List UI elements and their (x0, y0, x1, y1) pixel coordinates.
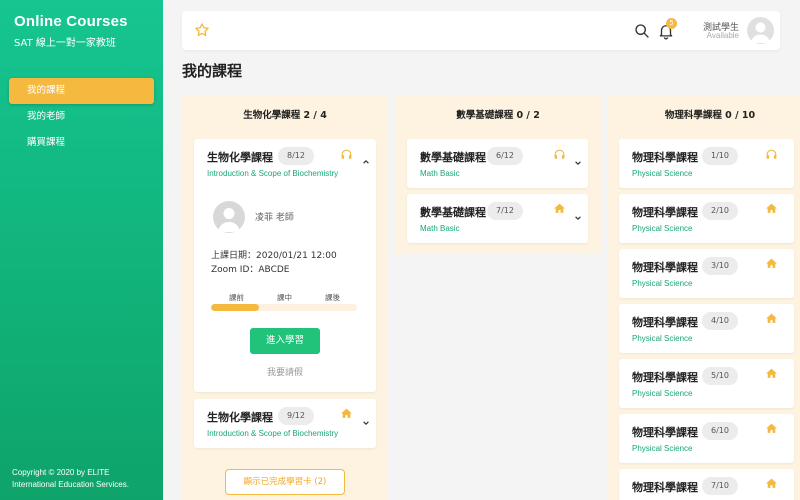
sidebar-item-my-teachers[interactable]: 我的老師 (9, 104, 154, 130)
course-column-physics: 物理科學課程 0 / 10 物理科學課程 1/10 Physical Science… (607, 96, 800, 500)
class-date: 上課日期：2020/01/21 12:00 (211, 251, 337, 261)
card-subtitle: Physical Science (632, 389, 693, 398)
page-title: 我的課程 (182, 62, 243, 80)
chevron-down-icon[interactable] (362, 419, 370, 427)
copyright-line-2: International Education Services. (12, 480, 129, 489)
star-icon[interactable] (194, 22, 210, 38)
home-icon (766, 203, 777, 213)
headphones-icon (341, 149, 352, 159)
lesson-badge: 7/10 (702, 477, 738, 495)
lesson-badge: 3/10 (702, 257, 738, 275)
course-column-biochemistry: 生物化學課程 2 / 4 生物化學課程 8/12 Introduction & … (182, 96, 388, 500)
headphones-icon (766, 149, 777, 159)
lesson-badge: 9/12 (278, 407, 314, 425)
column-title: 物理科學課程 0 / 10 (664, 110, 756, 121)
course-card[interactable]: 數學基礎課程 6/12 Math Basic (407, 139, 588, 188)
course-card[interactable]: 物理科學課程 1/10 Physical Science (619, 139, 794, 188)
user-avatar[interactable] (747, 17, 774, 44)
home-icon (766, 478, 777, 488)
show-completed-button[interactable]: 顯示已完成學習卡 (2) (225, 469, 345, 495)
card-subtitle: Physical Science (632, 279, 693, 288)
card-title: 物理科學課程 (632, 371, 698, 384)
card-subtitle: Math Basic (420, 169, 460, 178)
teacher-avatar (213, 201, 245, 233)
card-subtitle: Physical Science (632, 444, 693, 453)
brand-title[interactable]: Online Courses (14, 13, 128, 30)
home-icon (341, 408, 352, 418)
sidebar-nav: 我的課程 我的老師 購買課程 (9, 78, 154, 156)
headphones-icon (554, 149, 565, 159)
user-status: Available (706, 31, 739, 40)
lesson-badge: 6/12 (487, 147, 523, 165)
course-card-expanded[interactable]: 生物化學課程 8/12 Introduction & Scope of Bioc… (194, 139, 376, 392)
course-card[interactable]: 數學基礎課程 7/12 Math Basic (407, 194, 588, 243)
top-bar: 5 測試學生 Available (182, 11, 780, 50)
card-title: 生物化學課程 (207, 151, 273, 164)
course-card[interactable]: 物理科學課程 2/10 Physical Science (619, 194, 794, 243)
course-card[interactable]: 物理科學課程 4/10 Physical Science (619, 304, 794, 353)
course-card[interactable]: 物理科學課程7/10Physical Science (619, 469, 794, 500)
user-silhouette-icon (751, 22, 770, 43)
lesson-badge: 7/12 (487, 202, 523, 220)
card-subtitle: Introduction & Scope of Biochemistry (207, 429, 339, 438)
step-after: 課後 (325, 293, 340, 302)
home-icon (766, 423, 777, 433)
card-title: 物理科學課程 (632, 151, 698, 164)
card-title: 數學基礎課程 (420, 151, 486, 164)
card-title: 物理科學課程 (632, 206, 698, 219)
sidebar-item-my-courses[interactable]: 我的課程 (9, 78, 154, 104)
chevron-down-icon[interactable] (574, 214, 582, 222)
brand-subtitle: SAT 線上一對一家教班 (14, 38, 116, 49)
teacher-name: 凌菲 老師 (255, 213, 294, 223)
lesson-badge: 8/12 (278, 147, 314, 165)
course-column-math: 數學基礎課程 0 / 2 數學基礎課程 6/12 Math Basic 數學基礎… (395, 96, 601, 254)
progress-bar-fill (211, 304, 260, 311)
column-title: 數學基礎課程 0 / 2 (456, 110, 540, 121)
search-icon[interactable] (634, 23, 650, 39)
copyright: Copyright © 2020 by ELITE International … (12, 467, 129, 491)
home-icon (554, 203, 565, 213)
home-icon (766, 313, 777, 323)
course-card[interactable]: 生物化學課程 9/12 Introduction & Scope of Bioc… (194, 399, 376, 448)
card-subtitle: Physical Science (632, 169, 693, 178)
home-icon (766, 258, 777, 268)
step-before: 課前 (229, 293, 244, 302)
card-subtitle: Math Basic (420, 224, 460, 233)
enter-learning-button[interactable]: 進入學習 (250, 328, 320, 354)
lesson-badge: 4/10 (702, 312, 738, 330)
card-title: 物理科學課程 (632, 316, 698, 329)
lesson-badge: 6/10 (702, 422, 738, 440)
card-subtitle: Physical Science (632, 334, 693, 343)
course-card[interactable]: 物理科學課程 5/10 Physical Science (619, 359, 794, 408)
step-during: 課中 (277, 293, 292, 302)
card-title: 物理科學課程 (632, 481, 698, 494)
notification-badge: 5 (666, 18, 677, 29)
zoom-id: Zoom ID：ABCDE (211, 265, 290, 275)
card-subtitle: Introduction & Scope of Biochemistry (207, 169, 339, 178)
lesson-badge: 2/10 (702, 202, 738, 220)
sidebar-item-buy-courses[interactable]: 購買課程 (9, 130, 154, 156)
request-leave-link[interactable]: 我要請假 (194, 365, 376, 378)
course-card[interactable]: 物理科學課程 3/10 Physical Science (619, 249, 794, 298)
lesson-badge: 1/10 (702, 147, 738, 165)
course-card[interactable]: 物理科學課程 6/10 Physical Science (619, 414, 794, 463)
user-silhouette-icon (218, 208, 240, 232)
copyright-line-1: Copyright © 2020 by ELITE (12, 468, 110, 477)
lesson-badge: 5/10 (702, 367, 738, 385)
card-title: 生物化學課程 (207, 411, 273, 424)
sidebar: Online Courses SAT 線上一對一家教班 我的課程 我的老師 購買… (0, 0, 163, 500)
card-title: 物理科學課程 (632, 426, 698, 439)
chevron-up-icon[interactable] (362, 158, 370, 166)
home-icon (766, 368, 777, 378)
card-title: 數學基礎課程 (420, 206, 486, 219)
chevron-down-icon[interactable] (574, 159, 582, 167)
column-title: 生物化學課程 2 / 4 (243, 110, 327, 121)
card-subtitle: Physical Science (632, 224, 693, 233)
card-title: 物理科學課程 (632, 261, 698, 274)
progress-bar (211, 304, 357, 311)
